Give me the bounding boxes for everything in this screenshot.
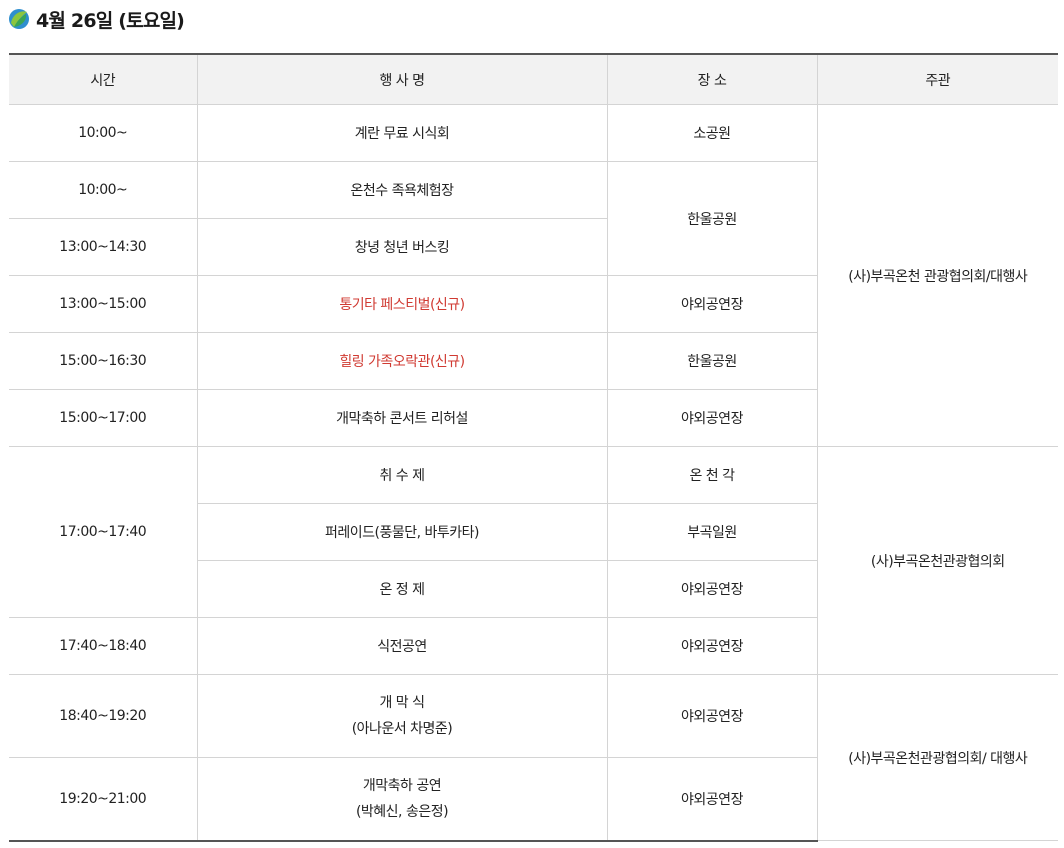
time-cell: 18:40~19:20 <box>9 674 198 758</box>
place-cell: 소공원 <box>606 104 818 162</box>
time-cell: 13:00~14:30 <box>9 218 198 276</box>
event-subtitle: (박혜신, 송은정) <box>355 803 449 820</box>
place-cell: 부곡일원 <box>606 503 817 561</box>
place-cell: 한울공원 <box>606 161 817 276</box>
time-cell: 19:20~21:00 <box>9 757 198 842</box>
event-cell-new: 힐링 가족오락관(신규) <box>196 332 608 390</box>
place-cell: 야외공연장 <box>606 674 818 758</box>
host-cell: (사)부곡온천관광협의회 <box>816 446 1058 675</box>
event-cell: 개막축하 콘서트 리허설 <box>196 389 608 447</box>
time-cell: 10:00~ <box>9 161 198 219</box>
time-cell: 15:00~16:30 <box>9 332 198 390</box>
place-cell: 야외공연장 <box>606 757 817 842</box>
leaf-logo-icon <box>9 9 29 29</box>
header-place: 장 소 <box>606 53 818 105</box>
event-cell: 온 정 제 <box>197 560 608 618</box>
time-cell: 15:00~17:00 <box>9 389 198 447</box>
page-title: 4월 26일 (토요일) <box>36 9 185 32</box>
time-cell: 13:00~15:00 <box>9 275 198 333</box>
event-cell: 창녕 청년 버스킹 <box>196 218 607 276</box>
event-title: 개 막 식 <box>379 695 425 711</box>
header-time: 시간 <box>9 53 198 105</box>
header-event: 행 사 명 <box>196 53 608 105</box>
event-cell: 개 막 식 (아나운서 차명준) <box>196 674 608 758</box>
time-cell: 17:00~17:40 <box>9 446 198 618</box>
event-cell: 식전공연 <box>196 617 608 675</box>
place-cell: 야외공연장 <box>606 560 817 618</box>
section-heading: 4월 26일 (토요일) <box>8 6 185 32</box>
place-cell: 온 천 각 <box>606 446 818 504</box>
time-cell: 10:00~ <box>9 104 198 162</box>
place-cell: 한울공원 <box>606 332 817 390</box>
table-row: 17:00~17:40 취 수 제 온 천 각 (사)부곡온천관광협의회 <box>9 446 1058 675</box>
time-cell: 17:40~18:40 <box>9 617 198 675</box>
event-cell: 취 수 제 <box>196 446 608 504</box>
event-subtitle: (아나운서 차명준) <box>351 721 453 737</box>
schedule-table: 시간 행 사 명 장 소 주관 10:00~ 계란 무료 시식회 소공원 (사)… <box>9 53 1058 842</box>
event-cell: 온천수 족욕체험장 <box>196 161 608 219</box>
host-cell: (사)부곡온천 관광협의회/대행사 <box>816 104 1058 447</box>
place-cell: 야외공연장 <box>606 389 817 447</box>
event-cell-new: 통기타 페스티벌(신규) <box>196 275 608 333</box>
event-cell: 개막축하 공연 (박혜신, 송은정) <box>196 757 608 842</box>
table-header-row: 시간 행 사 명 장 소 주관 <box>9 53 1058 105</box>
table-row: 18:40~19:20 개 막 식 (아나운서 차명준) 야외공연장 (사)부곡… <box>9 674 1058 841</box>
host-cell: (사)부곡온천관광협의회/ 대행사 <box>816 674 1058 841</box>
place-cell: 야외공연장 <box>606 617 817 675</box>
table-row: 10:00~ 계란 무료 시식회 소공원 (사)부곡온천 관광협의회/대행사 <box>9 104 1058 447</box>
event-title: 개막축하 공연 <box>362 777 442 794</box>
header-host: 주관 <box>816 53 1058 105</box>
event-cell: 계란 무료 시식회 <box>196 104 608 162</box>
place-cell: 야외공연장 <box>606 275 817 333</box>
event-cell: 퍼레이드(풍물단, 바투카타) <box>197 503 608 561</box>
